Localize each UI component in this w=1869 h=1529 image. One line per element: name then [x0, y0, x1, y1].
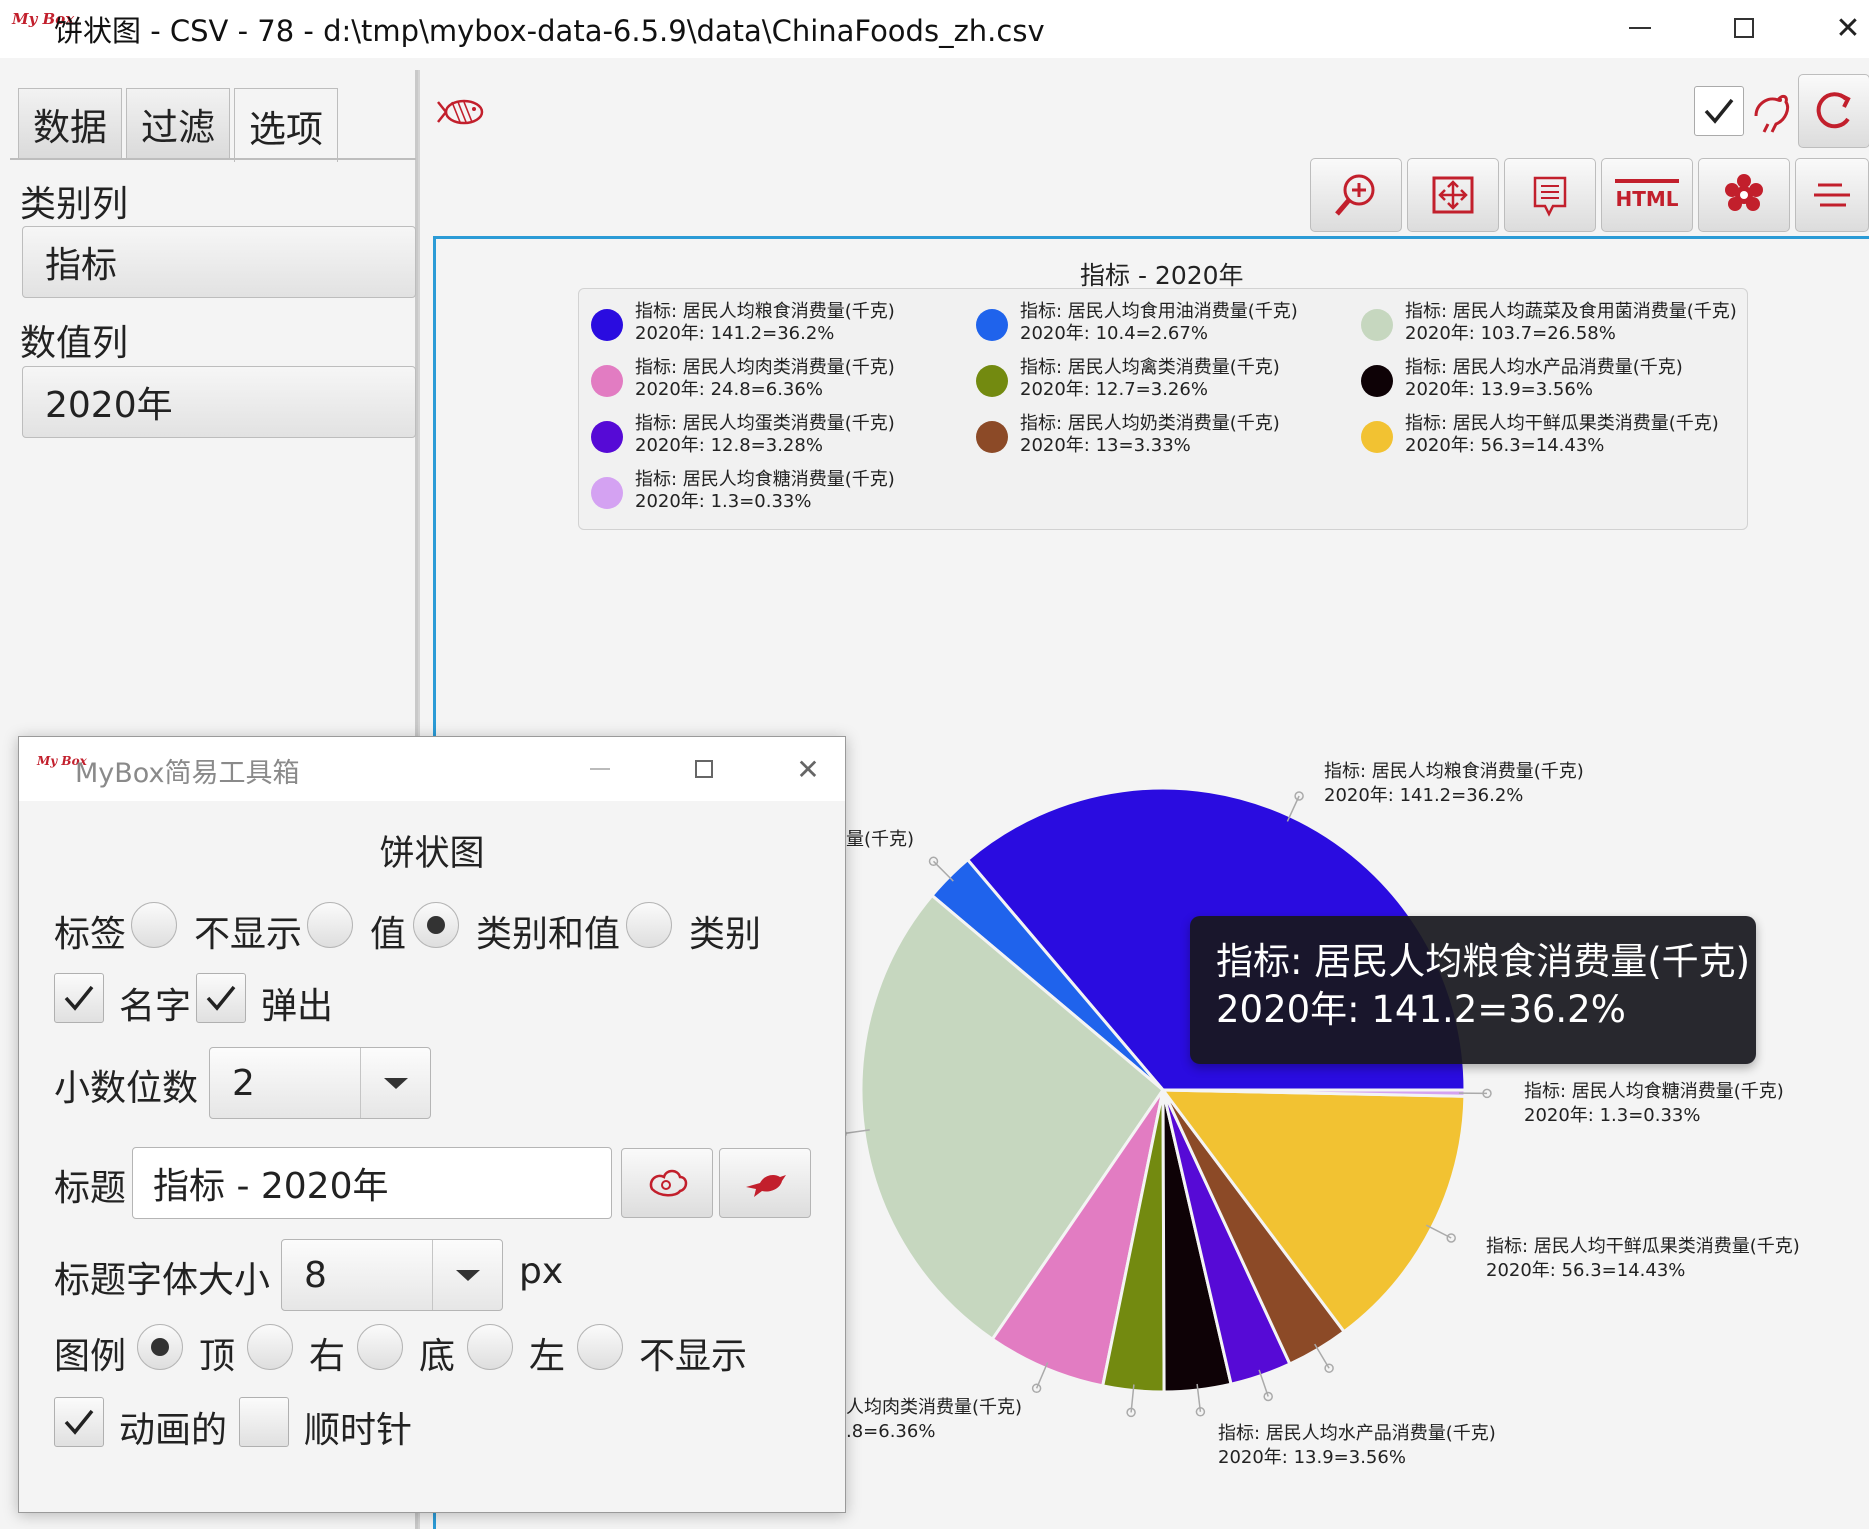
chevron-down-icon	[455, 1269, 480, 1281]
close-icon: ✕	[796, 752, 820, 786]
bird-icon	[746, 1175, 786, 1197]
legend-right-radio[interactable]	[247, 1324, 293, 1370]
legend-none-text[interactable]: 不显示	[639, 1327, 747, 1379]
label-category-text[interactable]: 类别	[689, 905, 761, 957]
clockwise-checkbox-label[interactable]: 顺时针	[304, 1401, 412, 1453]
slice-label-name: 量(千克)	[846, 829, 915, 850]
slice-label-grain: 指标: 居民人均粮食消费量(千克) 2020年: 141.2=36.2%	[1324, 760, 1584, 808]
check-icon	[206, 985, 236, 1011]
tooltip-line: 2020年: 141.2=36.2%	[1216, 988, 1626, 1031]
dropdown-button[interactable]	[360, 1048, 430, 1118]
font-size-unit: px	[519, 1251, 564, 1292]
legend-left-radio[interactable]	[467, 1324, 513, 1370]
label-none-text[interactable]: 不显示	[194, 905, 302, 957]
label-none-radio[interactable]	[131, 902, 177, 948]
title-font-size-combo[interactable]: 8	[281, 1239, 503, 1311]
slice-label-value: 2020年: 141.2=36.2%	[1324, 785, 1524, 806]
check-icon	[64, 1409, 94, 1435]
toolbox-titlebar[interactable]: My Box MyBox简易工具箱 ✕	[19, 737, 845, 801]
animated-checkbox-label[interactable]: 动画的	[119, 1401, 227, 1453]
decimal-places-combo[interactable]: 2	[209, 1047, 431, 1119]
decimal-places-label: 小数位数	[54, 1068, 199, 1109]
slice-label-oil: 量(千克)	[846, 828, 914, 852]
slice-label-fruit: 指标: 居民人均干鲜瓜果类消费量(千克) 2020年: 56.3=14.43%	[1486, 1235, 1800, 1283]
popup-checkbox-label[interactable]: 弹出	[261, 977, 333, 1029]
slice-label-name: 指标: 居民人均干鲜瓜果类消费量(千克)	[1486, 1236, 1800, 1257]
toolbox-heading: 饼状图	[379, 834, 485, 874]
name-checkbox-label[interactable]: 名字	[119, 977, 191, 1029]
title-font-size-label: 标题字体大小	[54, 1260, 271, 1301]
title-example-button[interactable]	[719, 1148, 811, 1218]
name-checkbox[interactable]	[54, 973, 104, 1023]
dropdown-button[interactable]	[432, 1240, 502, 1310]
chevron-down-icon	[383, 1077, 408, 1089]
mybox-toolbox-window[interactable]: My Box MyBox简易工具箱 ✕ 饼状图 标签 不显示 值 类别和值 类别…	[18, 736, 846, 1513]
legend-position-label: 图例	[54, 1336, 127, 1377]
legend-top-radio[interactable]	[137, 1324, 183, 1370]
legend-bottom-radio[interactable]	[357, 1324, 403, 1370]
cloud-pattern-icon	[649, 1169, 688, 1197]
slice-label-name: 指标: 居民人均水产品消费量(千克)	[1218, 1423, 1496, 1444]
label-category-value-radio[interactable]	[413, 902, 459, 948]
popup-checkbox[interactable]	[196, 973, 246, 1023]
label-category-radio[interactable]	[626, 902, 672, 948]
legend-left-text[interactable]: 左	[529, 1327, 565, 1379]
animated-checkbox[interactable]	[54, 1397, 104, 1447]
maximize-icon	[695, 760, 713, 778]
slice-label-sugar: 指标: 居民人均食糖消费量(千克) 2020年: 1.3=0.33%	[1524, 1080, 1784, 1128]
slice-label-value: 2020年: 56.3=14.43%	[1486, 1260, 1686, 1281]
legend-none-radio[interactable]	[577, 1324, 623, 1370]
label-value-text[interactable]: 值	[370, 905, 406, 957]
label-category-value-text[interactable]: 类别和值	[476, 905, 620, 957]
slice-label-meat: 人均肉类消费量(千克) .8=6.36%	[846, 1396, 1022, 1444]
toolbox-minimize-button[interactable]	[575, 747, 625, 791]
clockwise-checkbox[interactable]	[239, 1397, 289, 1447]
toolbox-maximize-button[interactable]	[679, 747, 729, 791]
slice-label-fish: 指标: 居民人均水产品消费量(千克) 2020年: 13.9=3.56%	[1218, 1422, 1496, 1470]
decimal-places-value[interactable]: 2	[210, 1063, 360, 1104]
slice-label-value: .8=6.36%	[846, 1421, 936, 1442]
slice-label-name: 指标: 居民人均食糖消费量(千克)	[1524, 1081, 1784, 1102]
label-value-radio[interactable]	[307, 902, 353, 948]
toolbox-close-button[interactable]: ✕	[783, 747, 833, 791]
chart-tooltip: 指标: 居民人均粮食消费量(千克) 2020年: 141.2=36.2%	[1190, 916, 1756, 1064]
minimize-icon	[590, 768, 610, 770]
tooltip-line: 指标: 居民人均粮食消费量(千克)	[1216, 940, 1751, 983]
toolbox-title: MyBox简易工具箱	[75, 758, 300, 789]
check-icon	[64, 985, 94, 1011]
title-label: 标题	[54, 1168, 127, 1209]
slice-label-value: 2020年: 1.3=0.33%	[1524, 1105, 1701, 1126]
title-input[interactable]: 指标 - 2020年	[132, 1147, 612, 1219]
legend-bottom-text[interactable]: 底	[419, 1327, 455, 1379]
title-font-size-value[interactable]: 8	[282, 1255, 432, 1296]
slice-label-value: 2020年: 13.9=3.56%	[1218, 1447, 1406, 1468]
label-mode-label: 标签	[54, 914, 127, 955]
legend-top-text[interactable]: 顶	[199, 1327, 235, 1379]
slice-label-name: 指标: 居民人均粮食消费量(千克)	[1324, 761, 1584, 782]
title-style-button[interactable]	[621, 1148, 713, 1218]
legend-right-text[interactable]: 右	[309, 1327, 345, 1379]
slice-label-name: 人均肉类消费量(千克)	[846, 1397, 1023, 1418]
